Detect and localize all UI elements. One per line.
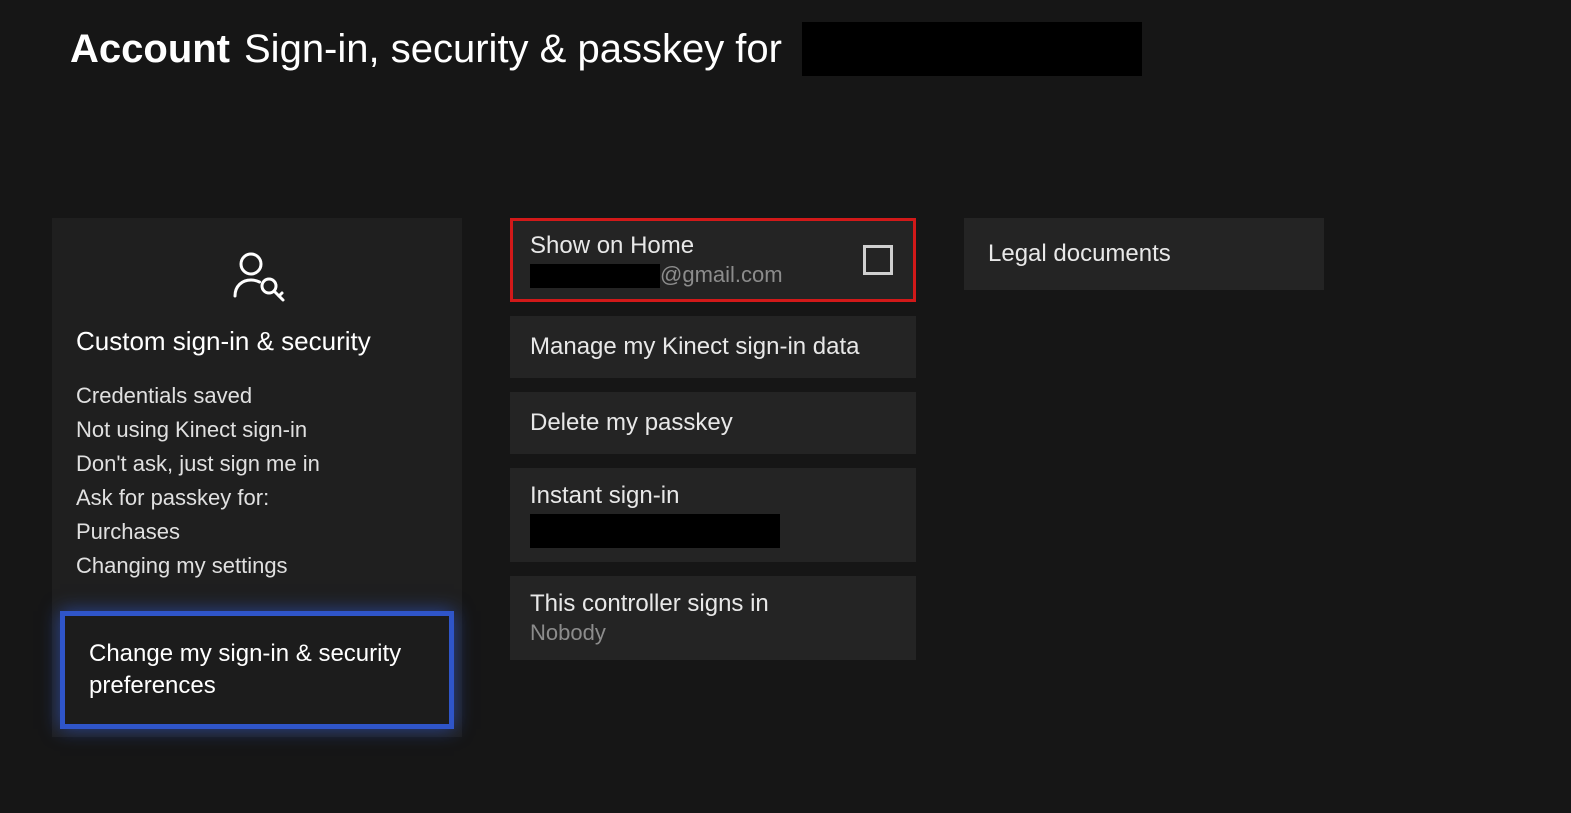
legal-documents-option[interactable]: Legal documents [964, 218, 1324, 290]
right-column: Legal documents [964, 218, 1324, 290]
instant-signin-title: Instant sign-in [530, 482, 896, 510]
status-line: Credentials saved [76, 379, 438, 413]
page-header: Account Sign-in, security & passkey for [70, 22, 1142, 76]
show-on-home-title: Show on Home [530, 232, 896, 260]
manage-kinect-label: Manage my Kinect sign-in data [530, 333, 896, 361]
controller-signin-option[interactable]: This controller signs in Nobody [510, 576, 916, 660]
status-line: Don't ask, just sign me in [76, 447, 438, 481]
header-title-light: Sign-in, security & passkey for [244, 27, 782, 72]
show-on-home-option[interactable]: Show on Home @gmail.com [510, 218, 916, 302]
panel-heading: Custom sign-in & security [76, 326, 438, 357]
show-on-home-email: @gmail.com [530, 262, 896, 288]
delete-passkey-option[interactable]: Delete my passkey [510, 392, 916, 454]
change-signin-security-button[interactable]: Change my sign-in & security preferences [60, 611, 454, 729]
status-lines: Credentials saved Not using Kinect sign-… [76, 379, 438, 583]
email-prefix-redacted [530, 264, 660, 288]
header-title-bold: Account [70, 27, 230, 72]
header-username-redacted [802, 22, 1142, 76]
person-key-icon [76, 248, 438, 308]
delete-passkey-label: Delete my passkey [530, 409, 896, 437]
manage-kinect-option[interactable]: Manage my Kinect sign-in data [510, 316, 916, 378]
status-line: Not using Kinect sign-in [76, 413, 438, 447]
signin-security-summary-panel: Custom sign-in & security Credentials sa… [52, 218, 462, 737]
status-line: Ask for passkey for: [76, 481, 438, 515]
status-line: Changing my settings [76, 549, 438, 583]
instant-signin-option[interactable]: Instant sign-in [510, 468, 916, 562]
controller-signin-value: Nobody [530, 620, 896, 646]
instant-signin-value-redacted [530, 514, 780, 548]
show-on-home-checkbox[interactable] [863, 245, 893, 275]
controller-signin-title: This controller signs in [530, 590, 896, 618]
status-line: Purchases [76, 515, 438, 549]
email-suffix: @gmail.com [660, 262, 783, 287]
options-list: Show on Home @gmail.com Manage my Kinect… [510, 218, 916, 660]
content-columns: Custom sign-in & security Credentials sa… [52, 218, 1324, 737]
